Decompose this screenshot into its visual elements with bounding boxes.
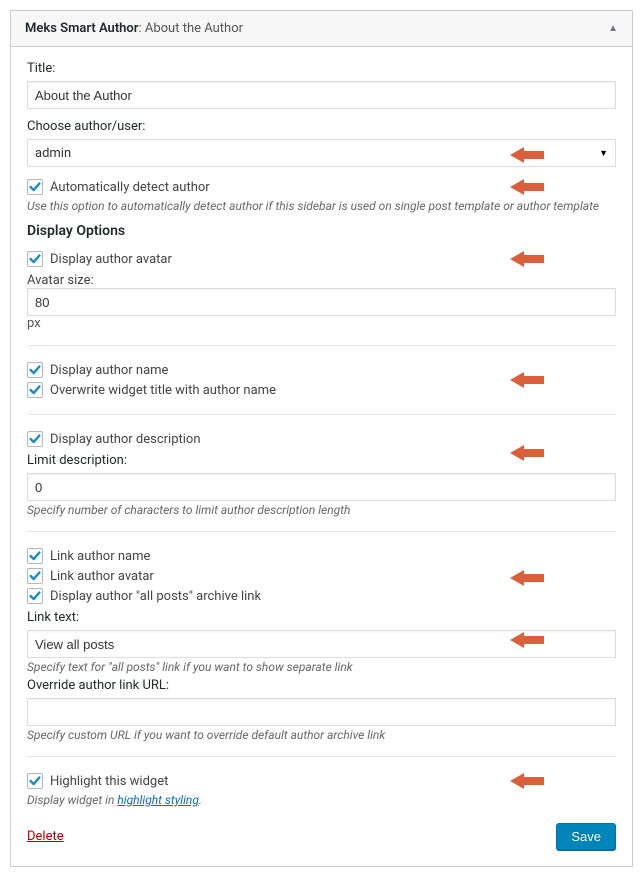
highlight-label: Highlight this widget: [50, 774, 168, 789]
highlight-help: Display widget in highlight styling.: [27, 793, 616, 807]
links-section: Link author name Link author avatar Disp…: [27, 546, 616, 742]
widget-header[interactable]: Meks Smart Author: About the Author ▲: [11, 11, 632, 46]
link-text-input[interactable]: [27, 630, 616, 658]
author-label: Choose author/user:: [27, 119, 616, 134]
display-name-label: Display author name: [50, 363, 168, 378]
link-avatar-checkbox[interactable]: [27, 568, 43, 584]
title-input[interactable]: [27, 81, 616, 109]
limit-description-label: Limit description:: [27, 453, 616, 468]
link-text-label: Link text:: [27, 610, 616, 625]
display-description-label: Display author description: [50, 432, 201, 447]
avatar-size-input[interactable]: [27, 288, 616, 316]
link-name-checkbox[interactable]: [27, 548, 43, 564]
overwrite-title-label: Overwrite widget title with author name: [50, 383, 276, 398]
name-section: Display author name Overwrite widget tit…: [27, 360, 616, 400]
highlight-checkbox[interactable]: [27, 773, 43, 789]
avatar-size-label: Avatar size:: [27, 273, 94, 288]
overwrite-title-checkbox[interactable]: [27, 382, 43, 398]
divider: [27, 756, 616, 757]
save-button[interactable]: Save: [556, 823, 616, 850]
auto-detect-help: Use this option to automatically detect …: [27, 199, 616, 213]
widget-panel: Meks Smart Author: About the Author ▲ Ti…: [10, 10, 633, 867]
highlight-styling-link[interactable]: highlight styling: [117, 793, 199, 807]
delete-link[interactable]: Delete: [27, 829, 64, 844]
highlight-section: Highlight this widget Display widget in …: [27, 771, 616, 807]
link-text-help: Specify text for "all posts" link if you…: [27, 660, 616, 674]
display-avatar-checkbox[interactable]: [27, 251, 43, 267]
all-posts-label: Display author "all posts" archive link: [50, 589, 261, 604]
title-label: Title:: [27, 61, 616, 76]
limit-description-input[interactable]: [27, 473, 616, 501]
display-name-checkbox[interactable]: [27, 362, 43, 378]
auto-detect-row: Automatically detect author Use this opt…: [27, 177, 616, 213]
override-url-label: Override author link URL:: [27, 678, 616, 693]
author-select[interactable]: admin ▼: [27, 139, 616, 167]
collapse-icon[interactable]: ▲: [608, 23, 618, 34]
author-select-value: admin: [35, 146, 71, 161]
all-posts-checkbox[interactable]: [27, 588, 43, 604]
auto-detect-label: Automatically detect author: [50, 180, 210, 195]
avatar-section: Display author avatar Avatar size: px: [27, 249, 616, 331]
display-options-heading: Display Options: [27, 223, 616, 239]
widget-body: Title: Choose author/user: admin ▼ Autom…: [11, 46, 632, 866]
description-section: Display author description Limit descrip…: [27, 429, 616, 517]
widget-footer: Delete Save: [27, 823, 616, 850]
divider: [27, 345, 616, 346]
divider: [27, 531, 616, 532]
chevron-down-icon: ▼: [599, 148, 608, 159]
link-avatar-label: Link author avatar: [50, 569, 154, 584]
limit-description-help: Specify number of characters to limit au…: [27, 503, 616, 517]
link-name-label: Link author name: [50, 549, 150, 564]
divider: [27, 414, 616, 415]
auto-detect-checkbox[interactable]: [27, 179, 43, 195]
override-url-help: Specify custom URL if you want to overri…: [27, 728, 616, 742]
override-url-input[interactable]: [27, 698, 616, 726]
display-description-checkbox[interactable]: [27, 431, 43, 447]
display-avatar-label: Display author avatar: [50, 252, 172, 267]
widget-title: Meks Smart Author: About the Author: [25, 21, 243, 36]
avatar-size-unit: px: [27, 316, 41, 331]
